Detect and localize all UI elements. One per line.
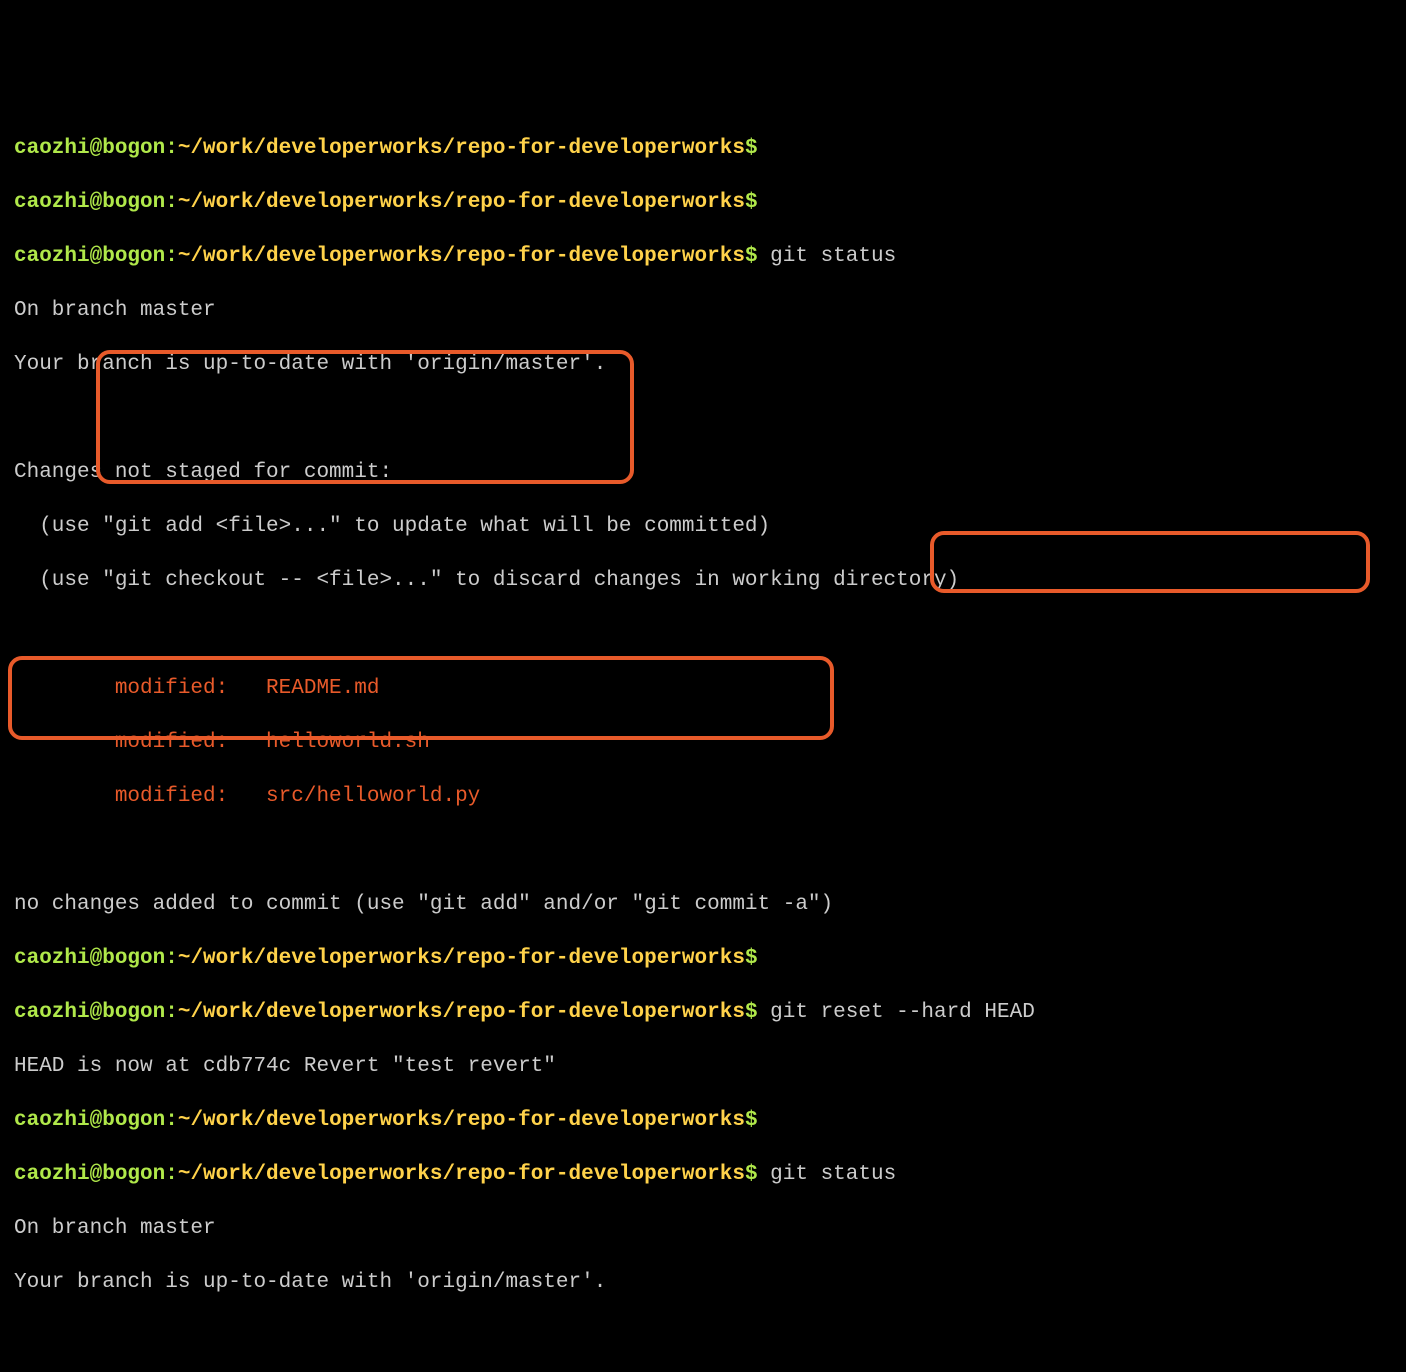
output-line xyxy=(14,405,1392,432)
output-line: Changes not staged for commit: xyxy=(14,459,1392,486)
output-line xyxy=(14,837,1392,864)
modified-file-line: modified: src/helloworld.py xyxy=(14,783,1392,810)
output-line: On branch master xyxy=(14,1215,1392,1242)
output-line: Your branch is up-to-date with 'origin/m… xyxy=(14,351,1392,378)
output-line: (use "git checkout -- <file>..." to disc… xyxy=(14,567,1392,594)
prompt-dollar: $ xyxy=(745,1001,758,1024)
prompt-dollar: $ xyxy=(745,245,758,268)
prompt-path: ~/work/developerworks/repo-for-developer… xyxy=(178,191,745,214)
prompt-user: caozhi@bogon xyxy=(14,191,165,214)
prompt-line[interactable]: caozhi@bogon:~/work/developerworks/repo-… xyxy=(14,1107,1392,1134)
prompt-sep: : xyxy=(165,1163,178,1186)
output-line: On branch master xyxy=(14,297,1392,324)
prompt-user: caozhi@bogon xyxy=(14,245,165,268)
prompt-path: ~/work/developerworks/repo-for-developer… xyxy=(178,1109,745,1132)
prompt-sep: : xyxy=(165,947,178,970)
output-line: (use "git add <file>..." to update what … xyxy=(14,513,1392,540)
git-reset-cmd: git reset --hard HEAD xyxy=(770,1001,1035,1024)
prompt-dollar: $ xyxy=(745,1163,758,1186)
prompt-path: ~/work/developerworks/repo-for-developer… xyxy=(178,245,745,268)
prompt-line[interactable]: caozhi@bogon:~/work/developerworks/repo-… xyxy=(14,999,1392,1026)
prompt-sep: : xyxy=(165,137,178,160)
prompt-dollar: $ xyxy=(745,1109,758,1132)
modified-file-line: modified: helloworld.sh xyxy=(14,729,1392,756)
prompt-user: caozhi@bogon xyxy=(14,947,165,970)
prompt-sep: : xyxy=(165,1001,178,1024)
output-line xyxy=(14,1323,1392,1350)
git-status-cmd: git status xyxy=(770,1163,896,1186)
prompt-line[interactable]: caozhi@bogon:~/work/developerworks/repo-… xyxy=(14,189,1392,216)
prompt-line[interactable]: caozhi@bogon:~/work/developerworks/repo-… xyxy=(14,135,1392,162)
prompt-path: ~/work/developerworks/repo-for-developer… xyxy=(178,137,745,160)
prompt-user: caozhi@bogon xyxy=(14,1163,165,1186)
prompt-line[interactable]: caozhi@bogon:~/work/developerworks/repo-… xyxy=(14,243,1392,270)
prompt-line[interactable]: caozhi@bogon:~/work/developerworks/repo-… xyxy=(14,945,1392,972)
output-line: HEAD is now at cdb774c Revert "test reve… xyxy=(14,1053,1392,1080)
prompt-sep: : xyxy=(165,1109,178,1132)
prompt-dollar: $ xyxy=(745,947,758,970)
prompt-user: caozhi@bogon xyxy=(14,1109,165,1132)
terminal[interactable]: caozhi@bogon:~/work/developerworks/repo-… xyxy=(0,108,1406,1372)
prompt-sep: : xyxy=(165,245,178,268)
modified-file-line: modified: README.md xyxy=(14,675,1392,702)
prompt-path: ~/work/developerworks/repo-for-developer… xyxy=(178,947,745,970)
output-line xyxy=(14,621,1392,648)
git-status-cmd: git status xyxy=(770,245,896,268)
output-line: Your branch is up-to-date with 'origin/m… xyxy=(14,1269,1392,1296)
prompt-path: ~/work/developerworks/repo-for-developer… xyxy=(178,1001,745,1024)
prompt-dollar: $ xyxy=(745,137,758,160)
prompt-user: caozhi@bogon xyxy=(14,1001,165,1024)
prompt-user: caozhi@bogon xyxy=(14,137,165,160)
prompt-path: ~/work/developerworks/repo-for-developer… xyxy=(178,1163,745,1186)
output-line: no changes added to commit (use "git add… xyxy=(14,891,1392,918)
prompt-line[interactable]: caozhi@bogon:~/work/developerworks/repo-… xyxy=(14,1161,1392,1188)
prompt-sep: : xyxy=(165,191,178,214)
prompt-dollar: $ xyxy=(745,191,758,214)
